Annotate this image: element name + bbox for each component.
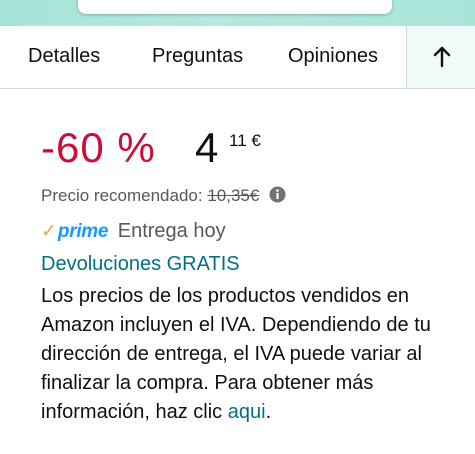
vat-notice-suffix: . (265, 401, 272, 423)
delivery-info: ✓ prime Entrega hoy (41, 220, 226, 243)
product-section-tabs: Detalles Preguntas Opiniones (0, 26, 475, 89)
price-fraction: 11 € (229, 131, 261, 150)
scroll-top-button[interactable] (406, 26, 475, 88)
search-bar[interactable] (78, 0, 392, 14)
price-whole: 4 (195, 124, 219, 171)
info-icon[interactable] (269, 186, 286, 203)
delivery-text: Entrega hoy (117, 220, 226, 242)
recommended-price-label: Precio recomendado: (41, 186, 203, 205)
prime-badge: ✓ prime (41, 220, 108, 243)
prime-check-icon: ✓ (41, 221, 57, 242)
vat-notice: Los precios de los productos vendidos en… (41, 282, 461, 427)
prime-logo: prime (57, 220, 109, 242)
tab-reviews[interactable]: Opiniones (288, 45, 378, 68)
free-returns-link[interactable]: Devoluciones GRATIS (41, 253, 240, 276)
recommended-price-value: 10,35€ (207, 186, 260, 205)
tab-questions[interactable]: Preguntas (152, 45, 243, 68)
tab-details[interactable]: Detalles (28, 45, 100, 68)
arrow-up-icon (433, 46, 450, 68)
discount-percentage: -60 % (41, 124, 156, 171)
vat-info-link[interactable]: aqui (228, 401, 266, 423)
recommended-price: Precio recomendado: 10,35€ (41, 186, 286, 206)
